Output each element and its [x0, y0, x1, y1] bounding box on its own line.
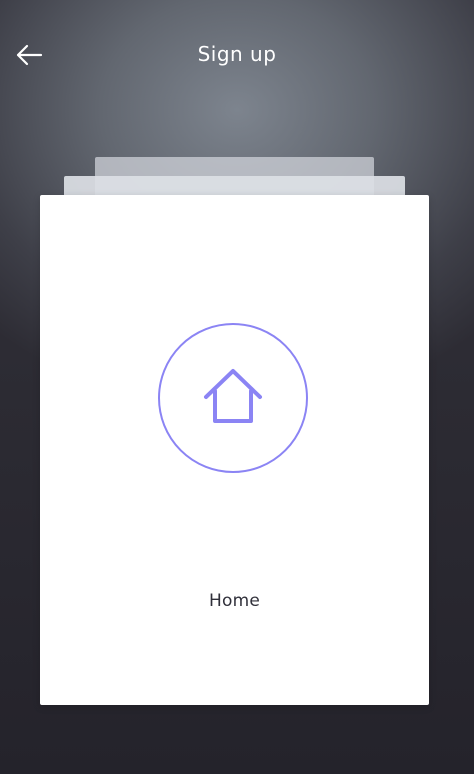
top-bar: Sign up — [0, 0, 474, 108]
home-icon-circle — [158, 323, 308, 473]
signup-screen: Sign up Home — [0, 0, 474, 774]
selection-card-home[interactable]: Home — [40, 195, 429, 705]
card-label: Home — [208, 591, 260, 611]
home-icon — [204, 369, 262, 423]
page-title: Sign up — [197, 42, 277, 66]
